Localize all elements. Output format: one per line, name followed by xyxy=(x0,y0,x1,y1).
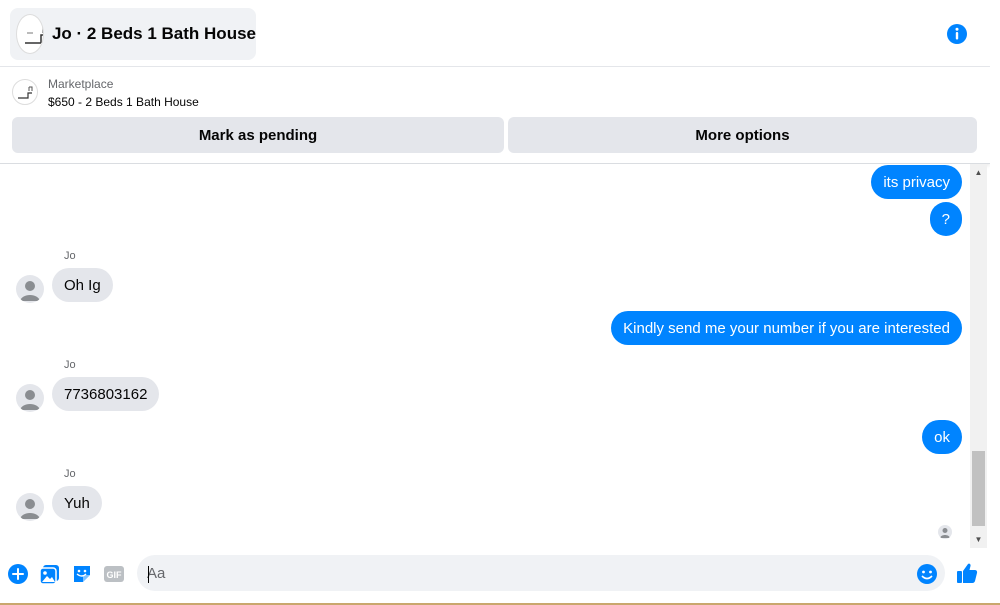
message-thread: its privacy ? Jo Oh Ig Kindly send me yo… xyxy=(0,164,970,548)
seen-indicator-avatar xyxy=(938,525,952,539)
more-options-button[interactable]: More options xyxy=(508,117,977,153)
avatar[interactable] xyxy=(16,275,44,303)
incoming-message[interactable]: Oh Ig xyxy=(52,268,113,302)
marketplace-label: Marketplace xyxy=(48,77,114,91)
thumbs-up-icon[interactable] xyxy=(955,561,979,585)
incoming-message[interactable]: Yuh xyxy=(52,486,102,520)
mark-as-pending-button[interactable]: Mark as pending xyxy=(12,117,504,153)
info-icon[interactable] xyxy=(946,23,968,45)
scroll-up-arrow-icon[interactable]: ▲ xyxy=(970,164,987,181)
sender-name: Jo xyxy=(64,359,76,371)
sticker-icon[interactable] xyxy=(71,563,93,585)
message-input[interactable] xyxy=(147,555,907,591)
message-composer: GIF xyxy=(0,548,990,605)
listing-thumbnail-small[interactable] xyxy=(12,79,38,105)
avatar[interactable] xyxy=(16,493,44,521)
sender-name: Jo xyxy=(64,250,76,262)
conversation-title: Jo · 2 Beds 1 Bath House xyxy=(51,24,256,43)
outgoing-message[interactable]: ok xyxy=(922,420,962,454)
avatar[interactable] xyxy=(16,384,44,412)
conversation-header: Jo · 2 Beds 1 Bath House xyxy=(0,0,990,67)
sender-name: Jo xyxy=(64,468,76,480)
svg-text:GIF: GIF xyxy=(107,570,123,580)
outgoing-message[interactable]: its privacy xyxy=(871,165,962,199)
window-edge xyxy=(990,0,1000,605)
marketplace-listing: Marketplace $650 - 2 Beds 1 Bath House M… xyxy=(0,67,990,164)
listing-price-title[interactable]: $650 - 2 Beds 1 Bath House xyxy=(48,95,199,109)
outgoing-message[interactable]: ? xyxy=(929,202,962,236)
listing-thumbnail xyxy=(16,14,44,54)
plus-circle-icon[interactable] xyxy=(7,563,29,585)
emoji-icon[interactable] xyxy=(916,563,938,585)
gif-icon[interactable]: GIF xyxy=(103,563,125,585)
scrollbar-thumb[interactable] xyxy=(972,451,985,526)
thread-scrollbar[interactable]: ▲ ▼ xyxy=(970,164,987,548)
text-caret xyxy=(148,566,149,583)
message-input-container[interactable] xyxy=(137,555,945,591)
outgoing-message[interactable]: Kindly send me your number if you are in… xyxy=(611,311,962,345)
incoming-message[interactable]: 7736803162 xyxy=(52,377,160,411)
scroll-down-arrow-icon[interactable]: ▼ xyxy=(970,531,987,548)
photo-icon[interactable] xyxy=(39,563,61,585)
conversation-title-button[interactable]: Jo · 2 Beds 1 Bath House xyxy=(10,8,256,60)
